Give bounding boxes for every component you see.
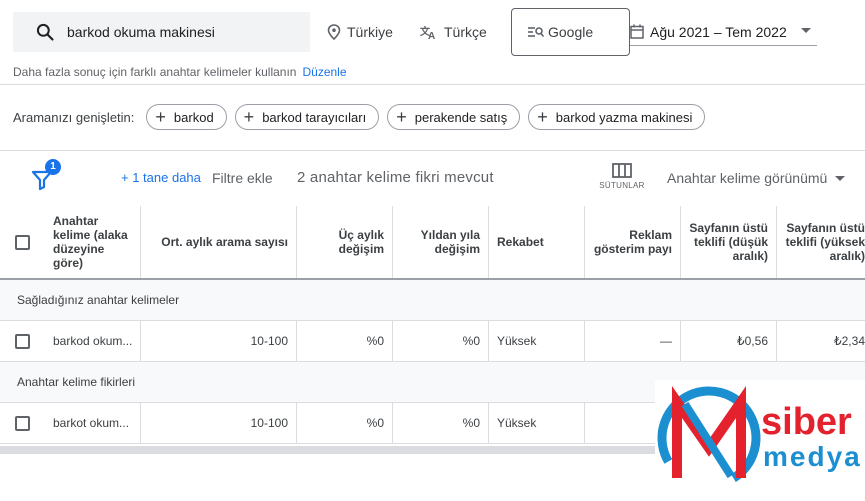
plus-icon: + bbox=[155, 107, 166, 127]
section-provided-keywords: Sağladığınız anahtar kelimeler bbox=[0, 280, 865, 321]
row-checkbox-cell bbox=[0, 321, 45, 361]
yoy-cell: %0 bbox=[393, 321, 489, 361]
edit-link[interactable]: Düzenle bbox=[302, 65, 346, 79]
low-bid-cell: ₺0,56 bbox=[681, 321, 777, 361]
search-icon bbox=[36, 23, 54, 41]
header-label: Yıldan yıla değişim bbox=[420, 228, 480, 256]
row-checkbox[interactable] bbox=[15, 415, 30, 431]
chip-label: perakende satış bbox=[414, 109, 508, 125]
header-label: Sayfanın üstü teklifi (yüksek aralık) bbox=[785, 221, 865, 263]
table-header: Anahtar kelime (alaka düzeyine göre) Ort… bbox=[0, 206, 865, 280]
high-bid-cell: ₺2,34 bbox=[834, 334, 865, 348]
chevron-down-icon bbox=[835, 175, 846, 181]
search-engine-selector[interactable]: Google bbox=[511, 8, 630, 56]
language-filter[interactable]: 文 A Türkçe bbox=[420, 20, 487, 44]
location-pin-icon bbox=[327, 24, 341, 40]
language-label: Türkçe bbox=[444, 24, 487, 40]
chip-label: barkod yazma makinesi bbox=[555, 109, 693, 125]
section-label: Anahtar kelime fikirleri bbox=[17, 375, 136, 389]
horizontal-scrollbar[interactable] bbox=[0, 446, 655, 454]
avg-searches-cell: 10-100 bbox=[141, 403, 297, 443]
table-row[interactable]: barkod okum... 10-100 %0 %0 Yüksek — ₺0,… bbox=[0, 321, 865, 362]
view-label: Anahtar kelime görünümü bbox=[667, 170, 828, 186]
add-filter-button[interactable]: Filtre ekle bbox=[212, 170, 273, 186]
calendar-icon bbox=[630, 24, 644, 39]
keyword-view-selector[interactable]: Anahtar kelime görünümü bbox=[667, 170, 846, 186]
row-checkbox-cell bbox=[0, 403, 45, 443]
three-month-cell: %0 bbox=[297, 403, 393, 443]
chip-barkod-tarayicilari[interactable]: + barkod tarayıcıları bbox=[234, 104, 380, 130]
keyword-cell: barkot okum... bbox=[45, 403, 141, 443]
columns-label: SÜTUNLAR bbox=[599, 181, 645, 190]
expand-label: Aramanızı genişletin: bbox=[13, 109, 135, 125]
date-range-label: Ağu 2021 – Tem 2022 bbox=[650, 23, 787, 40]
header-high-bid[interactable]: Sayfanın üstü teklifi (yüksek aralık) bbox=[777, 206, 865, 278]
keyword-text: barkod okum... bbox=[53, 334, 133, 348]
chevron-down-icon bbox=[801, 28, 811, 33]
header-label: Rekabet bbox=[497, 235, 544, 249]
chip-barkod-yazma-makinesi[interactable]: + barkod yazma makinesi bbox=[528, 104, 706, 130]
header-low-bid[interactable]: Sayfanın üstü teklifi (düşük aralık) bbox=[681, 206, 777, 278]
select-all-cell bbox=[0, 206, 45, 278]
header-impression-share[interactable]: Reklam gösterim payı bbox=[585, 206, 681, 278]
competition-cell: Yüksek bbox=[489, 403, 585, 443]
chip-barkod[interactable]: + barkod bbox=[146, 104, 227, 130]
engine-label: Google bbox=[548, 24, 594, 40]
logo-mark-icon: siber medya bbox=[657, 386, 862, 490]
search-query: barkod okuma makinesi bbox=[67, 24, 215, 40]
siber-medya-logo: siber medya bbox=[655, 380, 865, 501]
expand-search-bar: Aramanızı genişletin: + barkod + barkod ta… bbox=[13, 104, 713, 130]
search-list-icon bbox=[528, 27, 544, 38]
header-competition[interactable]: Rekabet bbox=[489, 206, 585, 278]
date-range-selector[interactable]: Ağu 2021 – Tem 2022 bbox=[630, 18, 817, 46]
header-label: Anahtar kelime (alaka düzeyine göre) bbox=[53, 214, 128, 270]
header-keyword[interactable]: Anahtar kelime (alaka düzeyine göre) bbox=[45, 206, 141, 278]
divider bbox=[0, 84, 865, 85]
columns-button[interactable]: SÜTUNLAR bbox=[599, 163, 645, 197]
location-filter[interactable]: Türkiye bbox=[327, 20, 393, 44]
header-label: Üç aylık değişim bbox=[338, 228, 384, 256]
header-label: Sayfanın üstü teklifi (düşük aralık) bbox=[689, 221, 768, 263]
divider bbox=[0, 150, 865, 151]
header-label: Reklam gösterim payı bbox=[593, 228, 672, 256]
more-filters-link[interactable]: + 1 tane daha bbox=[121, 170, 201, 185]
plus-icon: + bbox=[396, 107, 407, 127]
idea-count-text: 2 anahtar kelime fikri mevcut bbox=[297, 169, 494, 186]
columns-icon bbox=[612, 163, 632, 178]
filter-count-badge: 1 bbox=[45, 159, 61, 175]
row-checkbox[interactable] bbox=[15, 333, 30, 349]
header-label: Ort. aylık arama sayısı bbox=[161, 235, 288, 249]
svg-text:A: A bbox=[428, 31, 435, 40]
hint-message: Daha fazla sonuç için farklı anahtar kel… bbox=[13, 65, 297, 79]
filter-button[interactable]: 1 bbox=[31, 159, 61, 193]
location-label: Türkiye bbox=[347, 24, 393, 40]
keyword-text: barkot okum... bbox=[53, 416, 130, 430]
competition-cell: Yüksek bbox=[489, 321, 585, 361]
search-input[interactable]: barkod okuma makinesi bbox=[13, 12, 310, 52]
chip-label: barkod tarayıcıları bbox=[262, 109, 367, 125]
header-avg-searches[interactable]: Ort. aylık arama sayısı bbox=[141, 206, 297, 278]
hint-text: Daha fazla sonuç için farklı anahtar kel… bbox=[13, 65, 347, 79]
select-all-checkbox[interactable] bbox=[15, 234, 30, 250]
section-label: Sağladığınız anahtar kelimeler bbox=[17, 293, 180, 307]
three-month-cell: %0 bbox=[297, 321, 393, 361]
header-three-month-change[interactable]: Üç aylık değişim bbox=[297, 206, 393, 278]
chip-label: barkod bbox=[173, 109, 214, 125]
translate-icon: 文 A bbox=[420, 25, 435, 40]
header-yoy-change[interactable]: Yıldan yıla değişim bbox=[393, 206, 489, 278]
plus-icon: + bbox=[243, 107, 255, 127]
avg-searches-cell: 10-100 bbox=[141, 321, 297, 361]
impression-share-cell: — bbox=[585, 321, 681, 361]
keyword-cell: barkod okum... bbox=[45, 321, 141, 361]
logo-text-line2: medya bbox=[763, 441, 862, 472]
yoy-cell: %0 bbox=[393, 403, 489, 443]
logo-text-line1: siber bbox=[761, 401, 852, 443]
chip-perakende-satis[interactable]: + perakende satış bbox=[387, 104, 521, 130]
plus-icon: + bbox=[537, 107, 548, 127]
